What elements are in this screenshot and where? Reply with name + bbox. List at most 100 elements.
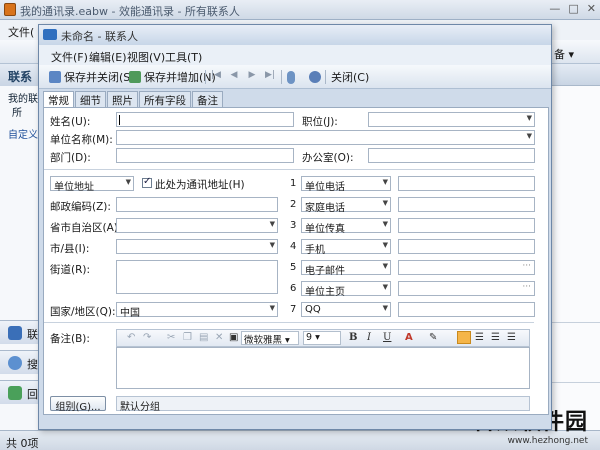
more-icon[interactable]: ···: [522, 261, 531, 271]
mailing-address-checkbox[interactable]: [142, 176, 152, 188]
phone-4-type: 手机: [305, 245, 325, 256]
undo-icon[interactable]: ↶: [127, 332, 135, 343]
phone-1-num: 1: [290, 178, 297, 189]
tab-details[interactable]: 细节: [75, 91, 106, 107]
chevron-down-icon: ▼: [269, 304, 275, 312]
minimize-icon[interactable]: —: [549, 2, 560, 15]
phone-4-type-select[interactable]: 手机 ▼: [301, 239, 391, 256]
align-center-icon[interactable]: ☰: [475, 332, 484, 343]
font-name-select[interactable]: 微软雅黑 ▾: [241, 331, 299, 346]
help-icon[interactable]: [309, 71, 321, 83]
phone-7-num: 7: [290, 304, 297, 315]
close-label: 关闭(C): [331, 71, 370, 84]
close-icon[interactable]: ✕: [587, 2, 596, 15]
chevron-down-icon: ▼: [269, 220, 275, 228]
close-button[interactable]: 关闭(C): [331, 69, 369, 85]
city-select[interactable]: ▼: [116, 239, 278, 254]
street-textarea[interactable]: [116, 260, 278, 294]
watermark-url: www.hezhong.net: [507, 436, 588, 446]
left-panel-item-all[interactable]: 所: [12, 104, 22, 119]
phone-1-input[interactable]: [398, 176, 535, 191]
underline-button[interactable]: U: [383, 332, 391, 343]
save-add-button[interactable]: 保存并增加(N): [129, 69, 216, 85]
next-record-icon[interactable]: ▶: [247, 70, 257, 82]
justify-icon[interactable]: ☰: [507, 332, 516, 343]
main-toolbar-notes-button[interactable]: 备 ▾: [554, 46, 574, 62]
notes-editor[interactable]: [116, 347, 530, 389]
phone-4-input[interactable]: [398, 239, 535, 254]
tab-photo[interactable]: 照片: [107, 91, 138, 107]
phone-7-type: QQ: [305, 304, 321, 315]
tab-all-fields[interactable]: 所有字段: [139, 91, 191, 107]
align-left-button[interactable]: [457, 331, 471, 344]
highlight-icon[interactable]: ✎: [429, 332, 437, 343]
left-panel-item-custom[interactable]: 自定义: [8, 126, 38, 141]
name-input[interactable]: [116, 112, 294, 127]
group-button[interactable]: 组别(G)...: [50, 396, 106, 413]
italic-button[interactable]: I: [367, 332, 371, 343]
menu-file[interactable]: 文件(F): [51, 49, 88, 65]
menu-view[interactable]: 视图(V): [127, 49, 165, 65]
country-label: 国家/地区(Q):: [50, 306, 116, 318]
copy-icon[interactable]: ❐: [183, 332, 192, 343]
province-select[interactable]: ▼: [116, 218, 278, 233]
maximize-icon[interactable]: □: [568, 2, 578, 15]
notes-format-toolbar: ↶ ↷ ✂ ❐ ▤ ✕ ▣ 微软雅黑 ▾ 9 ▾ B I U A ✎ ☰ ☰ ☰: [116, 329, 530, 347]
previous-record-icon[interactable]: ◀: [229, 70, 239, 82]
phone-5-type-select[interactable]: 电子邮件 ▼: [301, 260, 391, 277]
phone-1-type-select[interactable]: 单位电话 ▼: [301, 176, 391, 193]
section-divider: [44, 169, 534, 170]
list-divider: [552, 322, 600, 323]
font-size-select[interactable]: 9 ▾: [303, 331, 341, 345]
tab-notes[interactable]: 备注: [192, 91, 223, 107]
phone-7-input[interactable]: [398, 302, 535, 317]
country-select[interactable]: 中国 ▼: [116, 302, 278, 319]
main-menu-file[interactable]: 文件(: [8, 24, 34, 40]
left-nav-contacts[interactable]: 联: [0, 320, 40, 344]
menu-edit[interactable]: 编辑(E): [89, 49, 127, 65]
save-close-button[interactable]: 保存并关闭(S): [49, 69, 135, 85]
group-value: 默认分组: [116, 396, 530, 413]
contact-card-icon: [43, 29, 57, 40]
tab-general[interactable]: 常规: [43, 91, 74, 108]
dialog-titlebar: 未命名 - 联系人: [39, 25, 551, 45]
homepage-input[interactable]: ···: [398, 281, 535, 296]
country-value: 中国: [120, 308, 140, 319]
position-select[interactable]: ▼: [368, 112, 535, 127]
address-type-select[interactable]: 单位地址 ▼: [50, 176, 134, 193]
phone-7-type-select[interactable]: QQ ▼: [301, 302, 391, 317]
chevron-down-icon: ▼: [382, 283, 388, 291]
phone-6-type-select[interactable]: 单位主页 ▼: [301, 281, 391, 298]
phone-3-input[interactable]: [398, 218, 535, 233]
paste-icon[interactable]: ▤: [199, 332, 208, 343]
last-record-icon[interactable]: ▶|: [265, 70, 275, 82]
left-nav-search[interactable]: 搜: [0, 350, 40, 374]
company-select[interactable]: ▼: [116, 130, 535, 145]
cut-icon[interactable]: ✂: [167, 332, 175, 343]
attachment-icon[interactable]: [287, 71, 295, 84]
more-icon[interactable]: ···: [522, 282, 531, 292]
bold-button[interactable]: B: [349, 332, 357, 343]
menu-tools[interactable]: 工具(T): [165, 49, 202, 65]
left-panel-item-mine[interactable]: 我的联: [8, 90, 38, 105]
chevron-down-icon: ▼: [382, 262, 388, 270]
office-input[interactable]: [368, 148, 535, 163]
notes-label: 备注(B):: [50, 333, 90, 345]
phone-2-type-select[interactable]: 家庭电话 ▼: [301, 197, 391, 214]
zip-input[interactable]: [116, 197, 278, 212]
email-input[interactable]: ···: [398, 260, 535, 275]
street-label: 街道(R):: [50, 264, 91, 276]
first-record-icon[interactable]: |◀: [211, 70, 221, 82]
insert-image-icon[interactable]: ▣: [229, 332, 238, 343]
phone-3-type-select[interactable]: 单位传真 ▼: [301, 218, 391, 235]
main-window-titlebar: 我的通讯录.eabw - 效能通讯录 - 所有联系人 — □ ✕: [0, 0, 600, 20]
dept-input[interactable]: [116, 148, 294, 163]
align-right-icon[interactable]: ☰: [491, 332, 500, 343]
font-color-button[interactable]: A: [405, 332, 413, 343]
left-nav-recycle[interactable]: 回: [0, 380, 40, 404]
toolbar-separator: [281, 70, 282, 84]
phone-2-input[interactable]: [398, 197, 535, 212]
phone-5-num: 5: [290, 262, 297, 273]
redo-icon[interactable]: ↷: [143, 332, 151, 343]
delete-icon[interactable]: ✕: [215, 332, 223, 343]
